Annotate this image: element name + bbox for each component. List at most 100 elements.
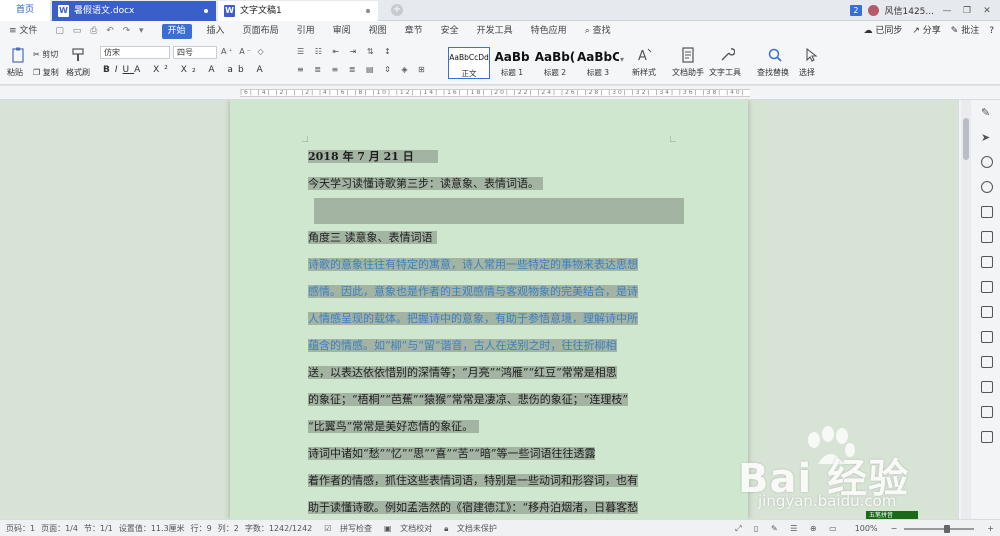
- sliders-icon[interactable]: [981, 306, 993, 318]
- copy-doc-icon[interactable]: [981, 206, 993, 218]
- pointer-icon[interactable]: ➤: [981, 131, 993, 144]
- zoom-out-button[interactable]: −: [891, 524, 898, 533]
- paste-icon[interactable]: [10, 47, 26, 63]
- unsaved-dot-icon[interactable]: [366, 9, 370, 13]
- styles-scroll-icon[interactable]: ▾: [620, 55, 624, 64]
- status-section[interactable]: 节：1/1: [84, 523, 113, 534]
- status-col[interactable]: 列：2: [218, 523, 239, 534]
- zoom-value[interactable]: 100%: [855, 524, 878, 533]
- document-page[interactable]: 2018 年 7 月 21 日 今天学习读懂诗歌第三步：读意象、表情词语。 角度…: [230, 100, 748, 519]
- doc-line[interactable]: [314, 198, 684, 224]
- wrench-icon[interactable]: [719, 47, 735, 63]
- window-count-badge[interactable]: 2: [850, 5, 862, 16]
- doc-line[interactable]: 今天学习读懂诗歌第三步：读意象、表情词语。: [308, 171, 543, 197]
- list-icons[interactable]: ☰ ☷ ⇤ ⇥ ⇅ ↕: [297, 47, 395, 56]
- menu-view[interactable]: 视图: [360, 21, 396, 41]
- new-style-label[interactable]: 新样式: [632, 67, 656, 78]
- doc-line[interactable]: 送，以表达依依惜别的深情等；“月亮”“鸿雁”“红豆”常常是相思: [308, 360, 617, 386]
- maximize-button[interactable]: ❐: [960, 6, 974, 16]
- font-size-adjust-icons[interactable]: A⁺ A⁻ ◇: [221, 47, 266, 56]
- doc-line[interactable]: 着作者的情感，抓住这些表情词语，特别是一些动词和形容词，也有: [308, 468, 638, 494]
- tab-doc-active[interactable]: W 暑假语文.docx: [52, 1, 216, 21]
- menu-features[interactable]: 特色应用: [522, 21, 576, 41]
- zoom-slider-knob[interactable]: [944, 524, 951, 533]
- chart-icon[interactable]: [981, 281, 993, 293]
- status-page-num[interactable]: 页码：1: [6, 523, 35, 534]
- doc-helper-icon[interactable]: [680, 47, 696, 63]
- comment-button[interactable]: ✎ 批注: [951, 21, 979, 41]
- doc-line[interactable]: 2018 年 7 月 21 日: [308, 144, 438, 170]
- doc-line[interactable]: 的象征；“梧桐”“芭蕉”“猿猴”常常是凄凉、悲伤的象征；“连理枝”: [308, 387, 628, 413]
- sync-button[interactable]: ☁ 已同步: [863, 21, 902, 41]
- view-mode-icons[interactable]: ⤢ ▯ ✎ ☰ ⊕ ▭: [735, 524, 842, 534]
- find-replace-icon[interactable]: [767, 47, 783, 63]
- status-row[interactable]: 行：9: [191, 523, 212, 534]
- new-style-icon[interactable]: A: [637, 47, 653, 63]
- minimize-button[interactable]: —: [940, 6, 954, 16]
- cut-button[interactable]: ✂ 剪切: [33, 49, 58, 60]
- scrollbar-thumb[interactable]: [963, 118, 969, 160]
- menu-start[interactable]: 开始: [161, 23, 192, 39]
- paste-label[interactable]: 粘贴: [7, 67, 23, 78]
- status-setting[interactable]: 设置值：11.3厘米: [119, 523, 185, 534]
- align-icons[interactable]: ≡ ≣ ≡ ≣ ▤ ⇕ ◈ ⊞: [297, 65, 429, 74]
- doc-line[interactable]: 诗歌的意象往往有特定的寓意，诗人常用一些特定的事物来表达思想: [308, 252, 638, 278]
- table-icon[interactable]: [981, 231, 993, 243]
- style-heading2[interactable]: AaBb( 标题 2: [534, 47, 576, 79]
- menu-chapter[interactable]: 章节: [396, 21, 432, 41]
- zoom-slider[interactable]: [904, 524, 975, 533]
- font-size-select[interactable]: 四号: [173, 46, 217, 59]
- list-icon[interactable]: [981, 381, 993, 393]
- pen-icon[interactable]: ✎: [981, 106, 993, 119]
- format-painter-icon[interactable]: [70, 47, 86, 63]
- template-icon[interactable]: [981, 431, 993, 443]
- unsaved-dot-icon[interactable]: [204, 9, 208, 13]
- doc-line[interactable]: 感情。因此，意象也是作者的主观感情与客观物象的完美结合，是诗: [308, 279, 638, 305]
- ruler[interactable]: |6| |4| |2| | |2| |4| |6| |8| |10| |12| …: [0, 86, 1000, 100]
- text-tools-label[interactable]: 文字工具: [709, 67, 741, 78]
- font-format-icons[interactable]: BIUA X² X₂ A ab A: [103, 65, 268, 75]
- menu-layout[interactable]: 页面布局: [234, 21, 288, 41]
- doc-line[interactable]: 助于读懂诗歌。例如孟浩然的《宿建德江》：“移舟泊烟渚，日暮客愁: [308, 495, 639, 519]
- help-button[interactable]: ?: [989, 21, 994, 41]
- format-painter-label[interactable]: 格式刷: [66, 67, 90, 78]
- menu-file[interactable]: ≡ 文件: [0, 21, 46, 41]
- shape-icon[interactable]: [981, 181, 993, 193]
- document-icon[interactable]: [981, 331, 993, 343]
- image-icon[interactable]: [981, 406, 993, 418]
- tab-doc-2[interactable]: W 文字文稿1: [218, 1, 378, 21]
- menu-developer[interactable]: 开发工具: [468, 21, 522, 41]
- proofread-button[interactable]: ▣ 文档校对: [378, 523, 432, 534]
- doc-line[interactable]: 蕴含的情感。如“柳”与“留”谐音，古人在送别之时，往往折柳相: [308, 333, 617, 359]
- status-words[interactable]: 字数：1242/1242: [245, 523, 312, 534]
- new-tab-button[interactable]: +: [391, 4, 403, 16]
- doc-line[interactable]: “比翼鸟”常常是美好恋情的象征。: [308, 414, 480, 440]
- style-heading3[interactable]: AaBbC 标题 3: [577, 47, 619, 79]
- font-name-select[interactable]: 仿宋: [100, 46, 170, 59]
- user-name[interactable]: 风信1425...: [885, 4, 935, 17]
- protect-button[interactable]: 🔒︎ 文档未保护: [438, 523, 497, 534]
- menu-search[interactable]: ⌕ 查找: [576, 21, 620, 41]
- style-heading1[interactable]: AaBb 标题 1: [491, 47, 533, 79]
- close-button[interactable]: ✕: [980, 6, 994, 16]
- find-replace-label[interactable]: 查找替换: [757, 67, 789, 78]
- share-button[interactable]: ↗ 分享: [912, 21, 940, 41]
- doc-line[interactable]: 人情感呈现的载体。把握诗中的意象，有助于参悟意境，理解诗中所: [308, 306, 638, 332]
- menu-insert[interactable]: 插入: [198, 21, 234, 41]
- vertical-scrollbar[interactable]: [961, 100, 971, 519]
- layout-icon[interactable]: [981, 256, 993, 268]
- select-label[interactable]: 选择: [799, 67, 815, 78]
- tab-home[interactable]: 首页: [0, 0, 50, 21]
- location-icon[interactable]: [981, 156, 993, 168]
- menu-review[interactable]: 审阅: [324, 21, 360, 41]
- doc-helper-label[interactable]: 文档助手: [672, 67, 704, 78]
- menu-security[interactable]: 安全: [432, 21, 468, 41]
- menu-reference[interactable]: 引用: [288, 21, 324, 41]
- note-icon[interactable]: [981, 356, 993, 368]
- doc-line[interactable]: 角度三 读意象、表情词语: [308, 225, 437, 251]
- quick-tools[interactable]: ▢ ▭ ⎙ ↶ ↷ ▾: [46, 21, 155, 41]
- zoom-in-button[interactable]: +: [987, 524, 994, 533]
- doc-line[interactable]: 诗词中诸如“愁”“忆”“思”“喜”“苦”“暗”等一些词语往往透露: [308, 441, 596, 467]
- status-pages[interactable]: 页面：1/4: [41, 523, 78, 534]
- cursor-icon[interactable]: [803, 47, 819, 63]
